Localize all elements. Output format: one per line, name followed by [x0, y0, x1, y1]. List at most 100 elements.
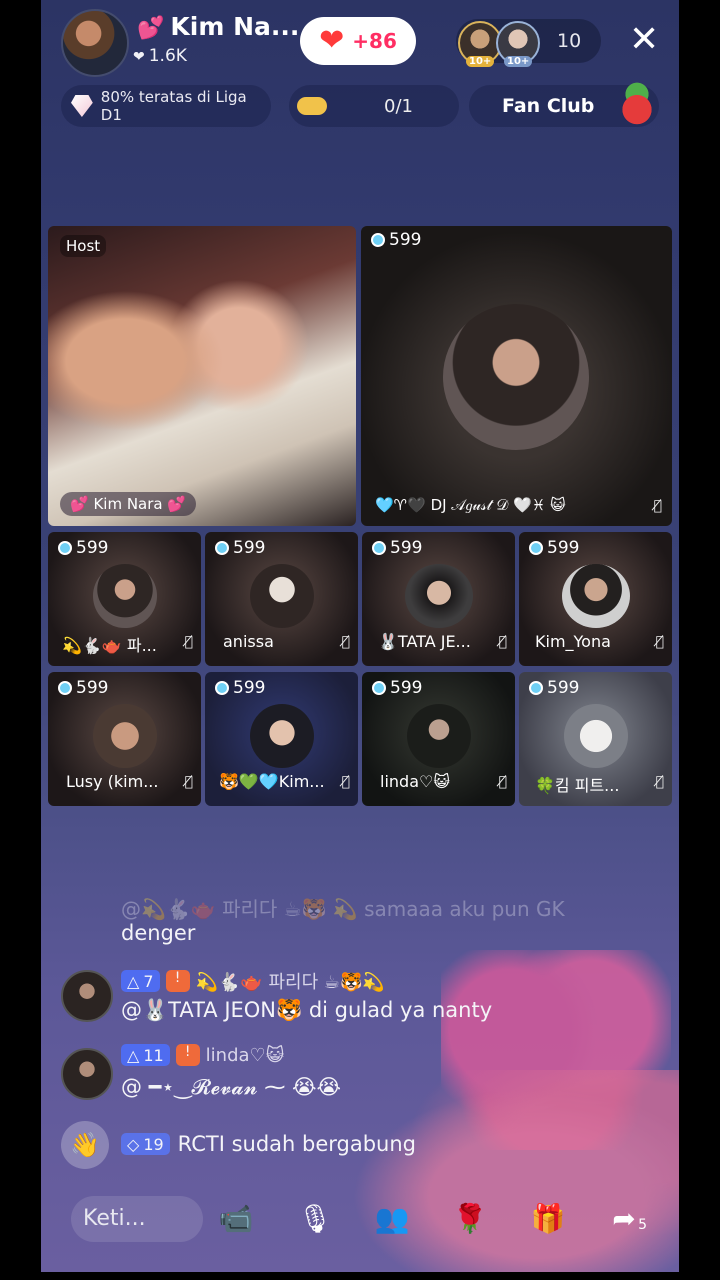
diamond-icon: [71, 95, 93, 117]
guest-name: 💫🐇🫖 파...: [62, 636, 157, 655]
join-notice: ◇ 19 RCTI sudah bergabung: [121, 1132, 416, 1156]
mic-muted-icon: 🎙̸: [653, 498, 662, 514]
mic-muted-icon: 🎙̸: [498, 634, 507, 650]
score-badge: 599: [529, 678, 579, 698]
share-button[interactable]: ➦ 5: [599, 1196, 649, 1242]
chat-message: denger: [121, 921, 196, 945]
mic-muted-icon: 🎙̸: [184, 634, 193, 650]
league-rank-pill[interactable]: 80% teratas di Liga D1: [61, 85, 271, 127]
mic-muted-icon: 🎙̸: [341, 774, 350, 790]
guest-name: Lusy (kim...: [66, 772, 159, 791]
cloud-icon: [297, 97, 327, 115]
shield-badge-icon: !: [175, 1044, 200, 1066]
guest-name: Kim_Yona: [535, 632, 611, 651]
guest-avatar: [562, 564, 630, 628]
wave-icon[interactable]: 👋: [61, 1121, 109, 1169]
close-icon[interactable]: ✕: [629, 22, 659, 58]
viewer-avatar[interactable]: 10+: [496, 21, 540, 67]
score-badge: 599: [58, 678, 108, 698]
comment-input[interactable]: Keti...: [71, 1196, 203, 1242]
guest-tile[interactable]: 599 🍀킴 피트... 🎙̸: [519, 672, 672, 806]
score-badge: 599: [215, 538, 265, 558]
guest-avatar: [250, 564, 314, 628]
guest-name: linda♡😺: [380, 772, 451, 791]
coin-icon: [529, 681, 543, 695]
guest-avatar: [407, 704, 471, 768]
fan-club-button[interactable]: Fan Club: [469, 81, 659, 127]
people-icon[interactable]: 👥: [367, 1196, 417, 1242]
mic-muted-icon: 🎙̸: [184, 774, 193, 790]
chat-message: @ ━⋆‿𝓡𝓮𝓿𝓪𝓷 ⁓ 😭😭: [121, 1075, 342, 1099]
score-badge: 599: [372, 678, 422, 698]
score-badge: 599: [371, 230, 421, 250]
host-tag: Host: [60, 235, 107, 257]
chat-message: @🐰TATA JEON🐯 di gulad ya nanty: [121, 998, 493, 1022]
host-video-tile[interactable]: Host 💕 Kim Nara 💕: [48, 226, 356, 526]
triangle-icon: △: [127, 971, 140, 991]
coin-icon: [215, 681, 229, 695]
mic-muted-icon: 🎙̸: [341, 634, 350, 650]
coin-icon: [58, 681, 72, 695]
chat-header: △ 11 ! linda♡😺: [121, 1044, 284, 1066]
live-room: 💕 Kim Na... ❤ 1.6K ❤ +86 10+ 10+ 10 ✕ 80% …: [41, 0, 679, 1272]
coin-icon: [58, 541, 72, 555]
heart-icon: ❤: [133, 49, 145, 65]
coin-icon: [215, 541, 229, 555]
score-badge: 599: [372, 538, 422, 558]
guest-name: anissa: [223, 632, 274, 651]
video-off-icon[interactable]: 📹: [211, 1196, 261, 1242]
diamond-icon: ◇: [127, 1134, 140, 1154]
shield-badge-icon: !: [165, 970, 190, 992]
guest-avatar: [443, 304, 589, 450]
mic-muted-icon: 🎙̸: [498, 774, 507, 790]
mic-muted-icon[interactable]: 🎙: [290, 1196, 340, 1242]
guest-tile[interactable]: 599 🐯💚🩵Kim... 🎙̸: [205, 672, 358, 806]
gift-icon[interactable]: 🎁: [523, 1196, 573, 1242]
guest-avatar: [93, 704, 157, 768]
share-count: 5: [638, 1217, 647, 1233]
chat-avatar[interactable]: [61, 1048, 113, 1100]
guest-avatar: [93, 564, 157, 628]
viewer-count: 10: [557, 30, 582, 52]
chat-faded-line: @💫🐇🫖 파리다 ☕🐯 💫 samaaa aku pun GK: [121, 897, 565, 921]
guest-tile[interactable]: 599 💫🐇🫖 파... 🎙̸: [48, 532, 201, 666]
fruit-bowl-icon: [615, 81, 659, 125]
host-name[interactable]: 💕 Kim Na...: [137, 12, 299, 41]
coin-icon: [372, 541, 386, 555]
follow-button[interactable]: ❤ +86: [300, 17, 416, 65]
coin-icon: [529, 541, 543, 555]
chat-avatar[interactable]: [61, 970, 113, 1022]
score-badge: 599: [58, 538, 108, 558]
chat-username[interactable]: linda♡😺: [206, 1045, 285, 1066]
guest-avatar: [405, 564, 473, 628]
chat-username[interactable]: 💫🐇🫖 파리다 ☕🐯💫: [196, 968, 385, 994]
mic-muted-icon: 🎙̸: [655, 774, 664, 790]
guest-tile[interactable]: 599 Lusy (kim... 🎙̸: [48, 672, 201, 806]
guest-name: 🐰TATA JE...: [378, 632, 471, 651]
likes-count: ❤ 1.6K: [133, 46, 187, 66]
mic-muted-icon: 🎙̸: [655, 634, 664, 650]
guest-tile[interactable]: 599 🐰TATA JE... 🎙̸: [362, 532, 515, 666]
guest-avatar: [250, 704, 314, 768]
heart-icon: ❤: [319, 23, 345, 58]
guest-tile[interactable]: 599 anissa 🎙̸: [205, 532, 358, 666]
score-badge: 599: [529, 538, 579, 558]
coin-icon: [372, 681, 386, 695]
score-badge: 599: [215, 678, 265, 698]
rose-icon[interactable]: 🌹: [445, 1196, 495, 1242]
guest-name: 🩵♈🖤 DJ 𝒜𝑔𝓊𝓈𝓉 𝒟 🤍♓ 😺: [375, 496, 566, 514]
level-badge: △ 7: [121, 970, 160, 992]
heart-icon: 💕: [137, 16, 165, 41]
share-icon: ➦: [612, 1202, 636, 1235]
task-progress-pill[interactable]: 0/1: [289, 85, 459, 127]
guest-tile-featured[interactable]: 599 🩵♈🖤 DJ 𝒜𝑔𝓊𝓈𝓉 𝒟 🤍♓ 😺 🎙̸: [361, 226, 672, 526]
triangle-icon: △: [127, 1045, 140, 1065]
guest-name: 🍀킴 피트...: [535, 776, 620, 795]
host-avatar[interactable]: [61, 9, 129, 77]
guest-tile[interactable]: 599 Kim_Yona 🎙̸: [519, 532, 672, 666]
guest-tile[interactable]: 599 linda♡😺 🎙̸: [362, 672, 515, 806]
coin-icon: [371, 233, 385, 247]
level-badge: △ 11: [121, 1044, 170, 1066]
guest-avatar: [564, 704, 628, 768]
viewer-list[interactable]: 10+ 10+ 10: [456, 19, 601, 67]
